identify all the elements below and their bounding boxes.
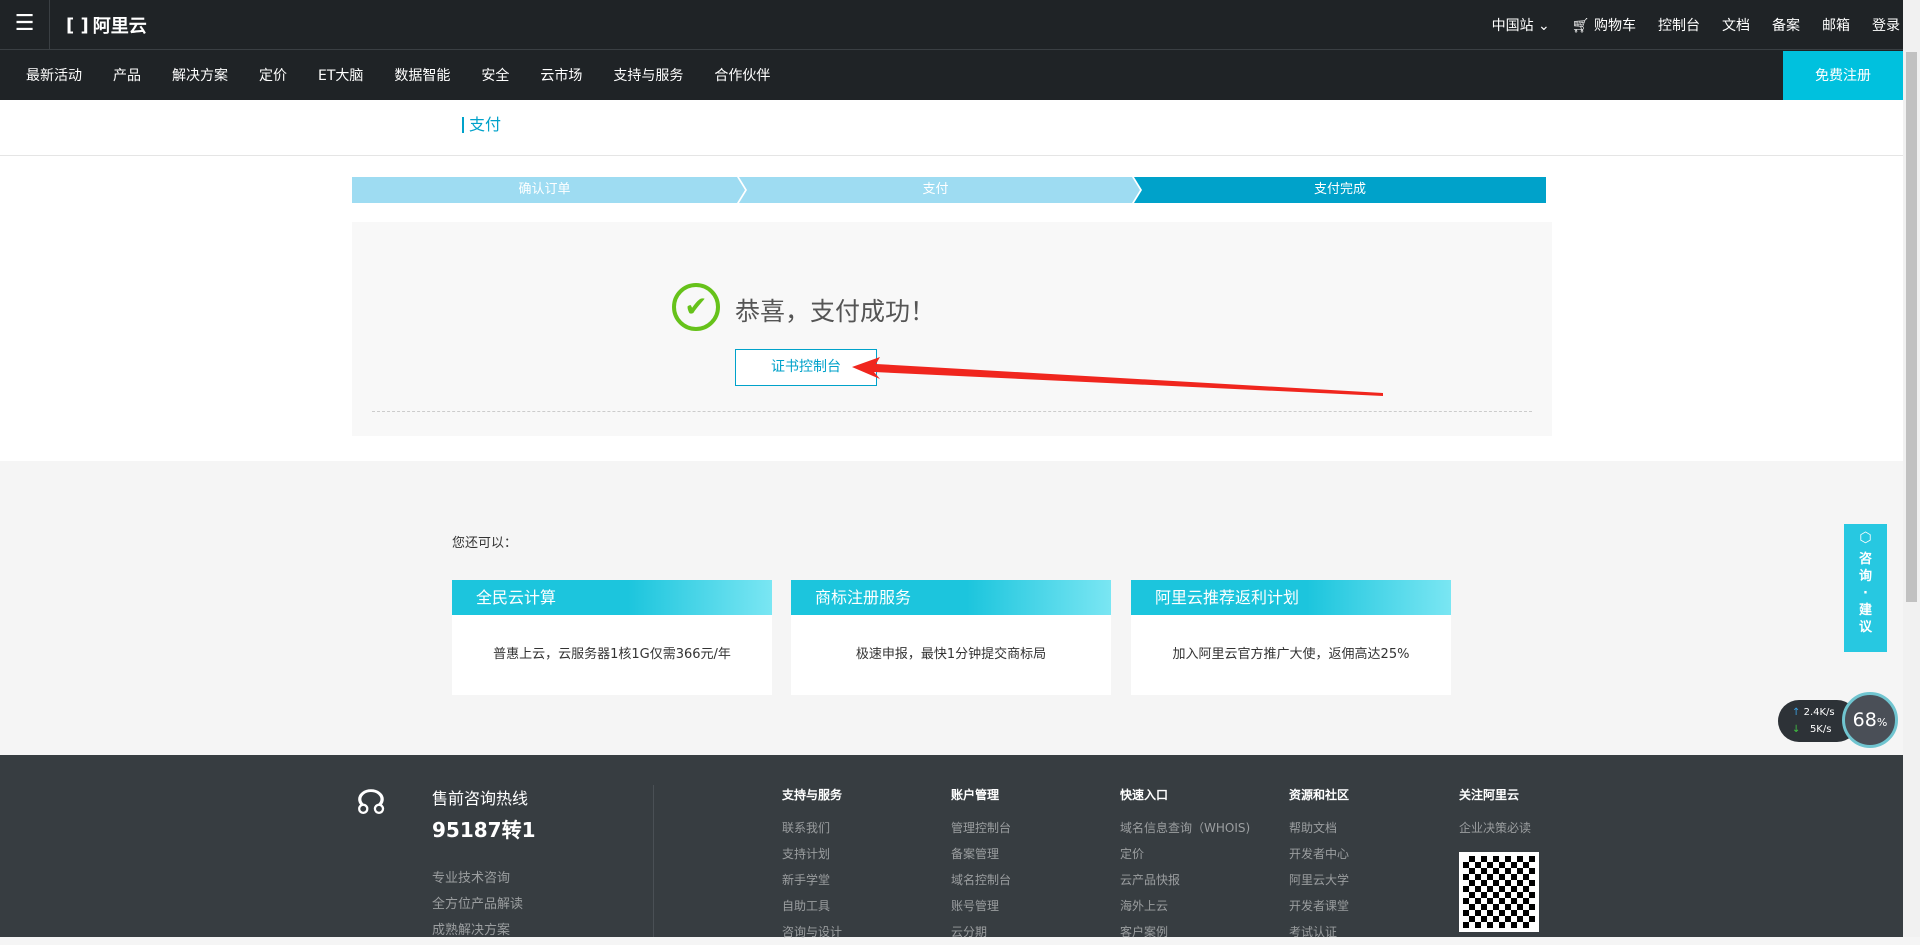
column-title: 资源和社区: [1289, 788, 1350, 802]
footer-link[interactable]: 域名控制台: [951, 867, 1011, 893]
footer-link[interactable]: 账号管理: [951, 893, 1011, 919]
nav-item[interactable]: 支持与服务: [613, 65, 683, 85]
beian-link[interactable]: 备案: [1772, 15, 1800, 35]
main-nav: 最新活动 产品 解决方案 定价 ET大脑 数据智能 安全 云市场 支持与服务 合…: [0, 50, 1903, 100]
footer-link[interactable]: 咨询与设计: [782, 919, 842, 945]
download-speed: 5K/s: [1809, 724, 1832, 735]
also-label: 您还可以：: [452, 536, 518, 551]
footer-column: 账户管理管理控制台 备案管理 域名控制台 账号管理 云分期: [951, 786, 1011, 945]
promo-card[interactable]: 全民云计算普惠上云，云服务器1核1G仅需366元/年: [452, 580, 772, 695]
success-message: 恭喜，支付成功！: [735, 297, 936, 326]
footer-column: 快速入口域名信息查询（WHOIS) 定价 云产品快报 海外上云 客户案例: [1120, 786, 1250, 945]
nav-item[interactable]: ET大脑: [318, 65, 363, 85]
nav-item[interactable]: 数据智能: [394, 65, 450, 85]
footer-link[interactable]: 客户案例: [1120, 919, 1250, 945]
consult-suggest-widget[interactable]: ⬡ 咨询 · 建议: [1844, 524, 1887, 652]
footer-link[interactable]: 成熟解决方案: [432, 918, 523, 944]
logo[interactable]: [ ] 阿里云: [66, 12, 147, 38]
nav-item[interactable]: 安全: [481, 65, 509, 85]
footer-link[interactable]: 海外上云: [1120, 893, 1250, 919]
page-header: 支付: [0, 100, 1903, 156]
column-title: 账户管理: [951, 788, 1000, 802]
footer-link[interactable]: 备案管理: [951, 841, 1011, 867]
footer-link[interactable]: 阿里云大学: [1289, 867, 1349, 893]
login-link[interactable]: 登录: [1872, 15, 1900, 35]
footer-column: 支持与服务联系我们 支持计划 新手学堂 自助工具 咨询与设计: [782, 786, 842, 945]
hotline-number: 95187转1: [432, 818, 536, 842]
card-title: 商标注册服务: [791, 580, 1111, 615]
menu-icon[interactable]: ☰: [0, 0, 50, 50]
footer-link[interactable]: 考试认证: [1289, 919, 1349, 945]
column-title: 关注阿里云: [1459, 788, 1520, 802]
nav-item[interactable]: 云市场: [540, 65, 582, 85]
red-arrow-annotation: [852, 357, 1383, 396]
download-arrow-icon: ↓: [1792, 724, 1801, 735]
footer-link[interactable]: 支持计划: [782, 841, 842, 867]
step-complete: 支付完成: [1313, 182, 1366, 197]
step-pay: 支付: [922, 182, 949, 197]
hotline-label: 售前咨询热线: [432, 789, 529, 808]
footer-link[interactable]: 开发者课堂: [1289, 893, 1349, 919]
register-button[interactable]: 免费注册: [1783, 51, 1903, 101]
gauge-value: 68: [1852, 709, 1877, 731]
footer-link[interactable]: 自助工具: [782, 893, 842, 919]
promo-card[interactable]: 商标注册服务极速申报，最快1分钟提交商标局: [791, 580, 1111, 695]
mail-link[interactable]: 邮箱: [1822, 15, 1850, 35]
memory-gauge[interactable]: 68%: [1842, 692, 1898, 748]
success-check-icon: ✔: [672, 283, 720, 331]
card-desc: 加入阿里云官方推广大使，返佣高达25%: [1172, 647, 1410, 662]
top-right-menu: 中国站 ⌄ 🛒︎ 购物车 控制台 文档 备案 邮箱 登录: [1492, 0, 1900, 50]
nav-item[interactable]: 产品: [113, 65, 141, 85]
column-title: 快速入口: [1120, 788, 1169, 802]
cart-icon: 🛒︎: [1571, 18, 1590, 34]
column-title: 支持与服务: [782, 788, 843, 802]
card-title: 阿里云推荐返利计划: [1131, 580, 1451, 615]
logo-icon: [ ]: [66, 14, 89, 36]
step-confirm-order: 确认订单: [518, 182, 571, 197]
footer-link[interactable]: 新手学堂: [782, 867, 842, 893]
card-desc: 极速申报，最快1分钟提交商标局: [855, 647, 1047, 662]
upload-speed: 2.4K/s: [1803, 707, 1835, 718]
footer-link[interactable]: 管理控制台: [951, 815, 1011, 841]
footer-link[interactable]: 定价: [1120, 841, 1250, 867]
nav-item[interactable]: 最新活动: [26, 65, 82, 85]
chat-icon: ⬡: [1859, 530, 1872, 546]
docs-link[interactable]: 文档: [1722, 15, 1750, 35]
footer-link[interactable]: 全方位产品解读: [432, 892, 523, 918]
card-desc: 普惠上云，云服务器1核1G仅需366元/年: [493, 647, 731, 662]
divider: [372, 411, 1532, 412]
footer-link[interactable]: 开发者中心: [1289, 841, 1349, 867]
card-title: 全民云计算: [452, 580, 772, 615]
qr-code: [1459, 852, 1539, 932]
nav-item[interactable]: 解决方案: [172, 65, 228, 85]
region-select[interactable]: 中国站 ⌄: [1492, 15, 1550, 35]
nav-item[interactable]: 定价: [259, 65, 287, 85]
footer-link[interactable]: 专业技术咨询: [432, 866, 523, 892]
page-title: 支付: [462, 117, 501, 133]
brand-name: 阿里云: [92, 16, 147, 37]
footer-column: 关注阿里云企业决策必读: [1459, 786, 1531, 841]
console-link[interactable]: 控制台: [1658, 15, 1700, 35]
footer-link[interactable]: 联系我们: [782, 815, 842, 841]
footer-link[interactable]: 帮助文档: [1289, 815, 1349, 841]
footer-column: 资源和社区帮助文档 开发者中心 阿里云大学 开发者课堂 考试认证: [1289, 786, 1349, 945]
gauge-unit: %: [1876, 716, 1888, 729]
headset-icon: ☊: [356, 783, 387, 823]
footer-service-links: 专业技术咨询 全方位产品解读 成熟解决方案: [432, 866, 523, 944]
scrollbar-thumb[interactable]: [1906, 52, 1917, 602]
footer-link[interactable]: 企业决策必读: [1459, 815, 1531, 841]
footer-link[interactable]: 云分期: [951, 919, 1011, 945]
footer-link[interactable]: 云产品快报: [1120, 867, 1250, 893]
upload-arrow-icon: ↑: [1792, 707, 1801, 718]
cart-link[interactable]: 🛒︎ 购物车: [1572, 15, 1636, 35]
promo-card[interactable]: 阿里云推荐返利计划加入阿里云官方推广大使，返佣高达25%: [1131, 580, 1451, 695]
footer-link[interactable]: 域名信息查询（WHOIS): [1120, 815, 1250, 841]
nav-item[interactable]: 合作伙伴: [714, 65, 770, 85]
footer-divider: [653, 785, 654, 937]
